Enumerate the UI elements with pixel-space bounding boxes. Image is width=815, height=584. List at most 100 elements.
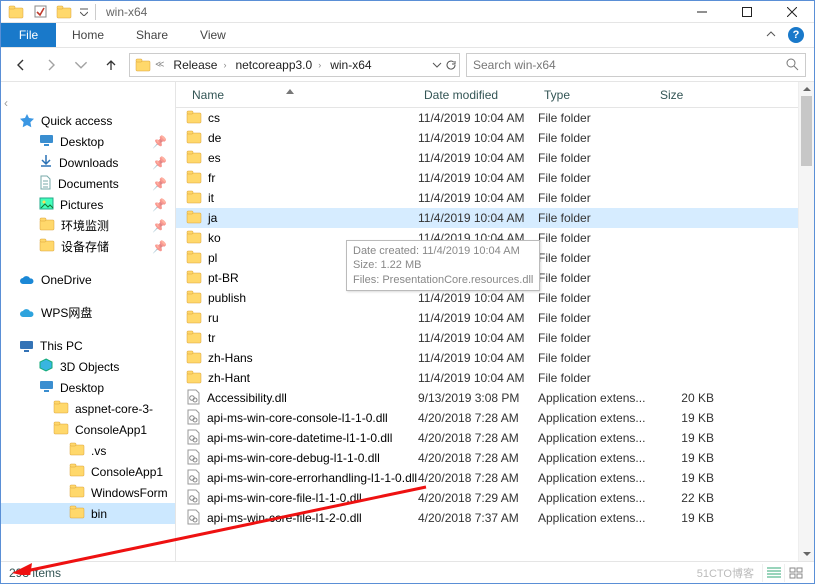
- table-row[interactable]: de11/4/2019 10:04 AMFile folder: [176, 128, 798, 148]
- file-tab[interactable]: File: [1, 23, 56, 47]
- sidebar-item[interactable]: WindowsForm: [1, 482, 175, 503]
- crumb-history-icon[interactable]: ≪: [153, 59, 166, 70]
- tab-share[interactable]: Share: [120, 23, 184, 47]
- close-button[interactable]: [769, 1, 814, 23]
- forward-button[interactable]: [39, 53, 63, 77]
- qat-customize[interactable]: [77, 2, 91, 22]
- address-bar[interactable]: ≪ Release › netcoreapp3.0 › win-x64: [129, 53, 460, 77]
- sidebar-item[interactable]: ConsoleApp1: [1, 461, 175, 482]
- sidebar-item[interactable]: Downloads📌: [1, 152, 175, 173]
- file-name: api-ms-win-core-file-l1-2-0.dll: [207, 511, 362, 525]
- table-row[interactable]: zh-Hant11/4/2019 10:04 AMFile folder: [176, 368, 798, 388]
- scroll-thumb[interactable]: [801, 96, 812, 166]
- file-size: 22 KB: [654, 491, 722, 505]
- sidebar-item[interactable]: Pictures📌: [1, 194, 175, 215]
- col-name[interactable]: Name: [186, 88, 418, 102]
- sidebar-label: Desktop: [60, 381, 104, 395]
- main-area: ‹ Quick access Desktop📌Downloads📌Documen…: [1, 82, 814, 561]
- search-box[interactable]: Search win-x64: [466, 53, 806, 77]
- view-details-button[interactable]: [762, 564, 784, 582]
- properties-button[interactable]: [5, 2, 27, 22]
- table-row[interactable]: api-ms-win-core-console-l1-1-0.dll4/20/2…: [176, 408, 798, 428]
- file-name: es: [208, 151, 221, 165]
- sidebar-onedrive[interactable]: OneDrive: [1, 269, 175, 290]
- sidebar-item[interactable]: 设备存储📌: [1, 236, 175, 257]
- file-name: ko: [208, 231, 221, 245]
- folder-icon: [186, 210, 202, 227]
- sidebar-quick-access[interactable]: Quick access: [1, 110, 175, 131]
- crumb-release[interactable]: Release: [167, 58, 220, 72]
- table-row[interactable]: cs11/4/2019 10:04 AMFile folder: [176, 108, 798, 128]
- table-row[interactable]: publish11/4/2019 10:04 AMFile folder: [176, 288, 798, 308]
- dll-icon: [186, 389, 201, 408]
- back-button[interactable]: [9, 53, 33, 77]
- sidebar-item[interactable]: 3D Objects: [1, 356, 175, 377]
- file-type: File folder: [538, 251, 654, 265]
- help-icon[interactable]: ?: [788, 27, 804, 43]
- refresh-icon[interactable]: [445, 59, 457, 71]
- sidebar-item[interactable]: bin: [1, 503, 175, 524]
- file-type: Application extens...: [538, 511, 654, 525]
- col-date[interactable]: Date modified: [418, 88, 538, 102]
- item-icon: [39, 358, 54, 375]
- dll-icon: [186, 409, 201, 428]
- sidebar-item[interactable]: Desktop📌: [1, 131, 175, 152]
- address-dropdown-icon[interactable]: [431, 59, 443, 71]
- table-row[interactable]: Accessibility.dll9/13/2019 3:08 PMApplic…: [176, 388, 798, 408]
- col-type[interactable]: Type: [538, 88, 654, 102]
- new-folder-button[interactable]: [53, 2, 75, 22]
- dll-icon: [186, 509, 201, 528]
- scroll-up-icon[interactable]: [799, 82, 814, 96]
- file-name: ru: [208, 311, 219, 325]
- minimize-button[interactable]: [679, 1, 724, 23]
- table-row[interactable]: tr11/4/2019 10:04 AMFile folder: [176, 328, 798, 348]
- collapse-handle-icon[interactable]: ‹: [1, 83, 11, 123]
- crumb-netcoreapp[interactable]: netcoreapp3.0: [229, 58, 315, 72]
- scroll-down-icon[interactable]: [799, 547, 814, 561]
- ribbon: File Home Share View ?: [1, 23, 814, 48]
- table-row[interactable]: api-ms-win-core-datetime-l1-1-0.dll4/20/…: [176, 428, 798, 448]
- table-row[interactable]: ja11/4/2019 10:04 AMFile folder: [176, 208, 798, 228]
- maximize-button[interactable]: [724, 1, 769, 23]
- file-name: pl: [208, 251, 217, 265]
- sidebar-label: OneDrive: [41, 273, 92, 287]
- file-name: pt-BR: [208, 271, 239, 285]
- sidebar-wps[interactable]: WPS网盘: [1, 302, 175, 323]
- address-folder-icon[interactable]: [134, 56, 152, 74]
- table-row[interactable]: es11/4/2019 10:04 AMFile folder: [176, 148, 798, 168]
- table-row[interactable]: ru11/4/2019 10:04 AMFile folder: [176, 308, 798, 328]
- qat-checkbox[interactable]: [29, 2, 51, 22]
- ribbon-expand-icon[interactable]: [766, 30, 776, 40]
- search-icon: [786, 58, 799, 71]
- sidebar-item[interactable]: Documents📌: [1, 173, 175, 194]
- sidebar-label: 环境监测: [61, 217, 109, 234]
- file-date: 11/4/2019 10:04 AM: [418, 311, 538, 325]
- sidebar-item[interactable]: aspnet-core-3-: [1, 398, 175, 419]
- chevron-right-icon[interactable]: ›: [316, 60, 323, 70]
- tab-view[interactable]: View: [184, 23, 242, 47]
- col-size[interactable]: Size: [654, 88, 722, 102]
- sidebar-item[interactable]: 环境监测📌: [1, 215, 175, 236]
- table-row[interactable]: api-ms-win-core-errorhandling-l1-1-0.dll…: [176, 468, 798, 488]
- table-row[interactable]: api-ms-win-core-file-l1-1-0.dll4/20/2018…: [176, 488, 798, 508]
- file-name: it: [208, 191, 214, 205]
- file-type: File folder: [538, 271, 654, 285]
- recent-locations-button[interactable]: [69, 53, 93, 77]
- sidebar-item[interactable]: .vs: [1, 440, 175, 461]
- crumb-winx64[interactable]: win-x64: [324, 58, 374, 72]
- folder-icon: [186, 170, 202, 187]
- sidebar-label: 设备存储: [61, 238, 109, 255]
- table-row[interactable]: it11/4/2019 10:04 AMFile folder: [176, 188, 798, 208]
- chevron-right-icon[interactable]: ›: [221, 60, 228, 70]
- tab-home[interactable]: Home: [56, 23, 120, 47]
- table-row[interactable]: zh-Hans11/4/2019 10:04 AMFile folder: [176, 348, 798, 368]
- vertical-scrollbar[interactable]: [798, 82, 814, 561]
- sidebar-this-pc[interactable]: This PC: [1, 335, 175, 356]
- view-large-button[interactable]: [784, 564, 806, 582]
- table-row[interactable]: api-ms-win-core-debug-l1-1-0.dll4/20/201…: [176, 448, 798, 468]
- up-button[interactable]: [99, 53, 123, 77]
- sidebar-item[interactable]: Desktop: [1, 377, 175, 398]
- table-row[interactable]: fr11/4/2019 10:04 AMFile folder: [176, 168, 798, 188]
- sidebar-item[interactable]: ConsoleApp1: [1, 419, 175, 440]
- table-row[interactable]: api-ms-win-core-file-l1-2-0.dll4/20/2018…: [176, 508, 798, 528]
